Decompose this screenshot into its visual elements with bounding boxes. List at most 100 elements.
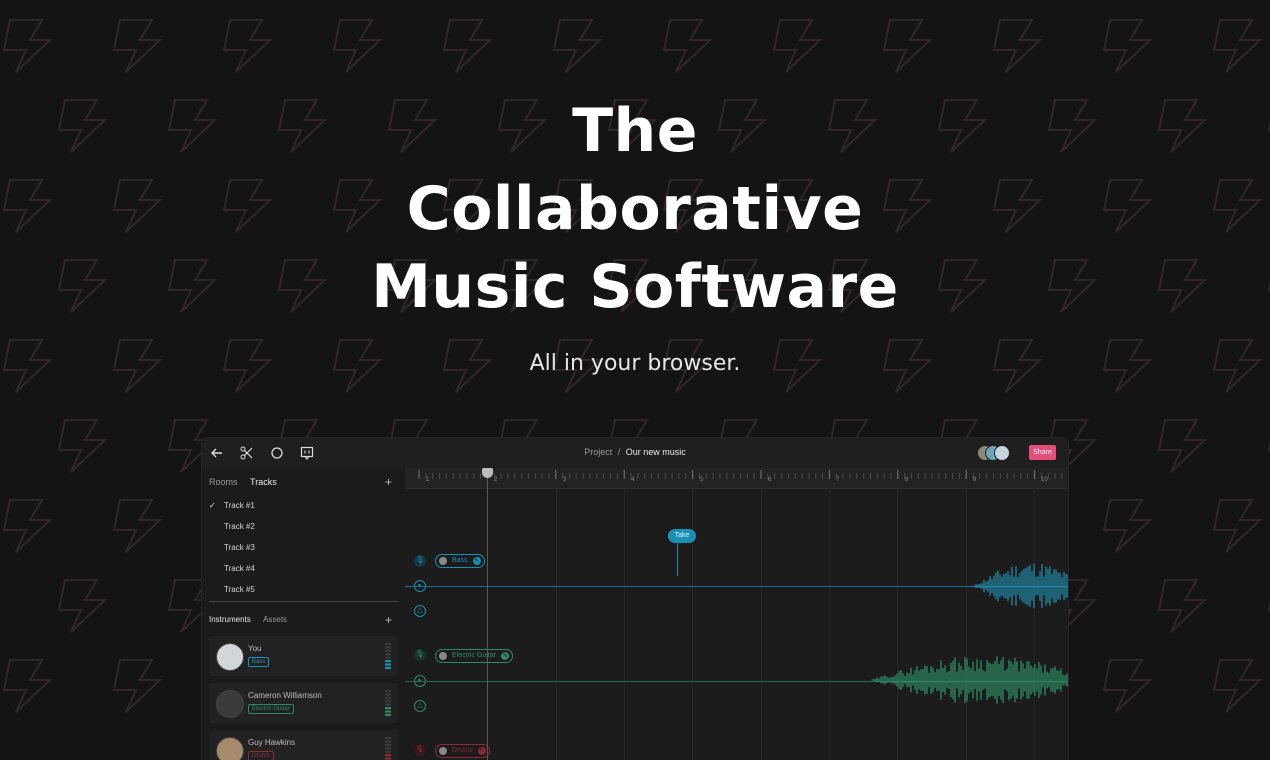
meter-segment — [385, 700, 391, 703]
tab-tracks[interactable]: Tracks — [250, 477, 277, 487]
breadcrumb-parent[interactable]: Project — [584, 447, 612, 457]
level-meter-icon — [385, 643, 391, 669]
metronome-icon[interactable]: △ — [414, 605, 426, 617]
timeline-ruler[interactable]: 1 2 3 4 5 6 7 8 9 10 — [405, 468, 1068, 489]
add-instrument-plus-icon[interactable]: + — [385, 613, 392, 627]
lightning-bolt-icon — [57, 579, 108, 633]
lightning-bolt-icon — [1157, 579, 1208, 633]
lightning-bolt-icon — [992, 19, 1043, 73]
lightning-bolt-icon — [1157, 419, 1208, 473]
take-marker[interactable]: Take — [668, 529, 696, 543]
grid-line — [1034, 488, 1035, 760]
list-item[interactable]: ✓ Track #1 — [209, 500, 399, 521]
meter-segment — [385, 696, 391, 699]
grid-line — [761, 488, 762, 760]
toolbar: Project / Our new music Share — [202, 438, 1068, 469]
meter-segment — [385, 643, 391, 646]
ruler-label: 7 — [836, 477, 840, 483]
lightning-bolt-icon — [442, 19, 493, 73]
tab-assets[interactable]: Assets — [263, 615, 287, 624]
ruler-label: 10 — [1041, 477, 1048, 483]
metronome-icon[interactable]: △ — [414, 700, 426, 712]
divider — [209, 601, 398, 602]
meter-segment — [385, 690, 391, 693]
lightning-bolt-icon — [112, 499, 163, 553]
meter-segment — [385, 646, 391, 649]
avatar — [439, 747, 447, 755]
list-item[interactable]: Track #2 — [209, 521, 399, 542]
lightning-bolt-icon — [57, 419, 108, 473]
meter-segment — [385, 737, 391, 740]
track-name-pill[interactable]: Bass ✎ — [435, 554, 485, 568]
timeline[interactable]: 1 2 3 4 5 6 7 8 9 10 🎙 Bass ✎ ▸ △ Take — [405, 468, 1068, 760]
sidebar-tabs: Rooms Tracks — [209, 477, 287, 487]
track-label: Track #2 — [224, 522, 255, 531]
microphone-icon[interactable]: 🎙 — [414, 555, 426, 567]
ruler-label: 9 — [973, 477, 977, 483]
lightning-bolt-icon — [662, 19, 713, 73]
playhead[interactable] — [487, 470, 488, 760]
track-name: Electric Guitar — [452, 652, 496, 659]
list-item[interactable]: Track #4 — [209, 563, 399, 584]
instrument-user-name: Guy Hawkins — [248, 738, 296, 747]
breadcrumb: Project / Our new music — [202, 447, 1068, 457]
share-button[interactable]: Share — [1029, 445, 1056, 460]
lightning-bolt-icon — [222, 19, 273, 73]
audio-waveform-bass[interactable] — [973, 560, 1068, 612]
lightning-bolt-icon — [2, 19, 53, 73]
grid-line — [897, 488, 898, 760]
add-track-plus-icon[interactable]: + — [385, 475, 392, 489]
grid-line — [966, 488, 967, 760]
meter-segment — [385, 750, 391, 753]
app-window-preview: Project / Our new music Share Rooms Trac… — [202, 438, 1068, 760]
tab-rooms[interactable]: Rooms — [209, 477, 238, 487]
lightning-bolt-icon — [1212, 499, 1263, 553]
meter-segment — [385, 740, 391, 743]
meter-segment — [385, 693, 391, 696]
instrument-tag: Drums — [248, 751, 274, 760]
instrument-card[interactable]: Cameron Williamson Electric Guitar — [209, 683, 398, 723]
tab-instruments[interactable]: Instruments — [209, 615, 251, 624]
instrument-card[interactable]: You Bass — [209, 636, 398, 676]
meter-segment — [385, 710, 391, 713]
pencil-icon[interactable]: ✎ — [472, 557, 481, 565]
microphone-icon[interactable]: 🎙 — [414, 649, 426, 661]
lightning-bolt-icon — [1212, 19, 1263, 73]
ruler-label: 3 — [563, 477, 567, 483]
breadcrumb-separator: / — [617, 447, 621, 457]
meter-segment — [385, 649, 391, 652]
track-name-pill[interactable]: Drums ✎ — [435, 744, 490, 758]
ruler-label: 2 — [494, 477, 498, 483]
hero-title-line-2: Collaborative — [406, 174, 864, 244]
hero-section: The Collaborative Music Software All in … — [0, 92, 1270, 376]
meter-segment — [385, 747, 391, 750]
lightning-bolt-icon — [1102, 499, 1153, 553]
avatar[interactable] — [994, 445, 1010, 461]
track-label: Track #3 — [224, 543, 255, 552]
meter-segment — [385, 703, 391, 706]
level-meter-icon — [385, 690, 391, 716]
microphone-icon[interactable]: 🎙 — [414, 744, 426, 756]
lightning-bolt-icon — [112, 19, 163, 73]
pencil-icon[interactable]: ✎ — [477, 747, 486, 755]
ruler-label: 1 — [426, 477, 430, 483]
meter-segment — [385, 754, 391, 757]
lightning-bolt-icon — [2, 659, 53, 713]
meter-segment — [385, 660, 391, 663]
meter-segment — [385, 653, 391, 656]
instrument-tag: Bass — [248, 657, 270, 667]
meter-segment — [385, 743, 391, 746]
grid-line — [829, 488, 830, 760]
track-name: Drums — [452, 747, 473, 754]
audio-waveform-guitar[interactable] — [870, 654, 1068, 706]
meter-segment — [385, 663, 391, 666]
instrument-tabs: Instruments Assets — [209, 615, 297, 624]
track-name-pill[interactable]: Electric Guitar ✎ — [435, 649, 513, 663]
lightning-bolt-icon — [112, 659, 163, 713]
track-baseline — [405, 586, 1068, 587]
instrument-user-name: Cameron Williamson — [248, 691, 322, 700]
pencil-icon[interactable]: ✎ — [500, 652, 509, 660]
instrument-card[interactable]: Guy Hawkins Drums — [209, 730, 398, 760]
list-item[interactable]: Track #3 — [209, 542, 399, 563]
avatar — [216, 643, 244, 671]
